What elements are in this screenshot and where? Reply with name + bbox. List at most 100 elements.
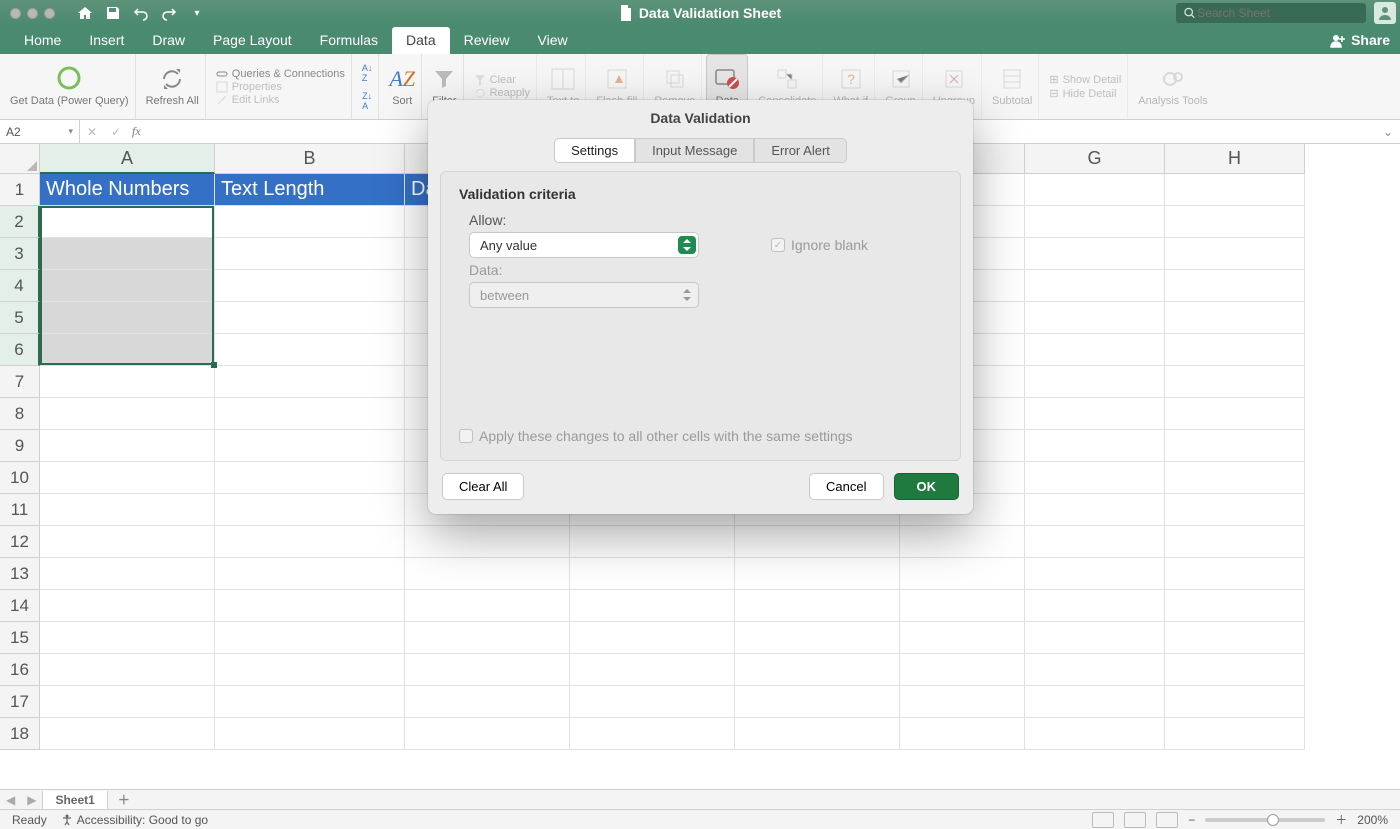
cell-B13[interactable] — [215, 558, 405, 590]
cell-C13[interactable] — [405, 558, 570, 590]
cell-E12[interactable] — [735, 526, 900, 558]
cell-B10[interactable] — [215, 462, 405, 494]
cell-F18[interactable] — [900, 718, 1025, 750]
cell-B5[interactable] — [215, 302, 405, 334]
cell-A9[interactable] — [40, 430, 215, 462]
cell-G5[interactable] — [1025, 302, 1165, 334]
cell-F17[interactable] — [900, 686, 1025, 718]
row-header-15[interactable]: 15 — [0, 622, 40, 654]
cell-D12[interactable] — [570, 526, 735, 558]
column-header-B[interactable]: B — [215, 144, 405, 174]
row-header-18[interactable]: 18 — [0, 718, 40, 750]
cell-D13[interactable] — [570, 558, 735, 590]
cell-G4[interactable] — [1025, 270, 1165, 302]
sheet-tab[interactable]: Sheet1 — [42, 791, 107, 809]
cell-E15[interactable] — [735, 622, 900, 654]
cell-H2[interactable] — [1165, 206, 1305, 238]
cell-B17[interactable] — [215, 686, 405, 718]
row-header-10[interactable]: 10 — [0, 462, 40, 494]
cell-A6[interactable] — [40, 334, 215, 366]
cell-B16[interactable] — [215, 654, 405, 686]
cell-A8[interactable] — [40, 398, 215, 430]
cell-H10[interactable] — [1165, 462, 1305, 494]
cell-F13[interactable] — [900, 558, 1025, 590]
cell-A10[interactable] — [40, 462, 215, 494]
page-break-view-icon[interactable] — [1156, 812, 1178, 828]
cell-H4[interactable] — [1165, 270, 1305, 302]
sheet-nav-next-icon[interactable]: ▶ — [21, 793, 42, 807]
menu-tab-data[interactable]: Data — [392, 27, 450, 54]
cell-B15[interactable] — [215, 622, 405, 654]
cell-B2[interactable] — [215, 206, 405, 238]
redo-icon[interactable] — [161, 5, 177, 21]
cell-H9[interactable] — [1165, 430, 1305, 462]
cell-G3[interactable] — [1025, 238, 1165, 270]
cell-H7[interactable] — [1165, 366, 1305, 398]
cell-G18[interactable] — [1025, 718, 1165, 750]
cell-B18[interactable] — [215, 718, 405, 750]
zoom-in-button[interactable]: ＋ — [1335, 811, 1347, 828]
cell-G14[interactable] — [1025, 590, 1165, 622]
cell-G15[interactable] — [1025, 622, 1165, 654]
menu-tab-page-layout[interactable]: Page Layout — [199, 27, 306, 54]
cell-A13[interactable] — [40, 558, 215, 590]
menu-tab-draw[interactable]: Draw — [138, 27, 199, 54]
cell-B9[interactable] — [215, 430, 405, 462]
cell-D16[interactable] — [570, 654, 735, 686]
zoom-slider[interactable] — [1205, 818, 1325, 822]
cell-H14[interactable] — [1165, 590, 1305, 622]
cell-H3[interactable] — [1165, 238, 1305, 270]
zoom-out-button[interactable]: − — [1188, 813, 1195, 827]
sheet-nav-prev-icon[interactable]: ◀ — [0, 793, 21, 807]
cell-H15[interactable] — [1165, 622, 1305, 654]
row-header-4[interactable]: 4 — [0, 270, 40, 302]
cell-E17[interactable] — [735, 686, 900, 718]
cell-H1[interactable] — [1165, 174, 1305, 206]
sort-az-group[interactable]: A↓Z Z↓A — [356, 54, 380, 119]
dialog-tab-input-message[interactable]: Input Message — [635, 138, 754, 163]
minimize-window-icon[interactable] — [27, 8, 38, 19]
menu-tab-home[interactable]: Home — [10, 27, 75, 54]
zoom-window-icon[interactable] — [44, 8, 55, 19]
cancel-formula-icon[interactable]: ✕ — [80, 120, 104, 143]
cell-F16[interactable] — [900, 654, 1025, 686]
row-header-12[interactable]: 12 — [0, 526, 40, 558]
column-header-H[interactable]: H — [1165, 144, 1305, 174]
cancel-button[interactable]: Cancel — [809, 473, 883, 500]
cell-D17[interactable] — [570, 686, 735, 718]
cell-G9[interactable] — [1025, 430, 1165, 462]
cell-E16[interactable] — [735, 654, 900, 686]
sort-asc-icon[interactable]: A↓Z — [362, 59, 373, 87]
cell-A4[interactable] — [40, 270, 215, 302]
clear-all-button[interactable]: Clear All — [442, 473, 524, 500]
cell-C14[interactable] — [405, 590, 570, 622]
qat-more-icon[interactable]: ▾ — [189, 5, 205, 21]
search-sheet-box[interactable] — [1176, 3, 1366, 23]
cell-H13[interactable] — [1165, 558, 1305, 590]
cell-G11[interactable] — [1025, 494, 1165, 526]
select-all-cell[interactable] — [0, 144, 40, 174]
cell-C17[interactable] — [405, 686, 570, 718]
row-header-5[interactable]: 5 — [0, 302, 40, 334]
cell-B8[interactable] — [215, 398, 405, 430]
share-button[interactable]: Share — [1330, 32, 1390, 48]
cell-E14[interactable] — [735, 590, 900, 622]
zoom-level[interactable]: 200% — [1357, 813, 1388, 827]
cell-A12[interactable] — [40, 526, 215, 558]
cell-A18[interactable] — [40, 718, 215, 750]
row-header-3[interactable]: 3 — [0, 238, 40, 270]
cell-B14[interactable] — [215, 590, 405, 622]
cell-B1[interactable]: Text Length — [215, 174, 405, 206]
user-avatar-icon[interactable] — [1374, 2, 1396, 24]
cell-G6[interactable] — [1025, 334, 1165, 366]
cell-C18[interactable] — [405, 718, 570, 750]
cell-G1[interactable] — [1025, 174, 1165, 206]
cell-G8[interactable] — [1025, 398, 1165, 430]
cell-A7[interactable] — [40, 366, 215, 398]
cell-C16[interactable] — [405, 654, 570, 686]
dialog-tab-settings[interactable]: Settings — [554, 138, 635, 163]
cell-D15[interactable] — [570, 622, 735, 654]
cell-A16[interactable] — [40, 654, 215, 686]
cell-G13[interactable] — [1025, 558, 1165, 590]
cell-C12[interactable] — [405, 526, 570, 558]
